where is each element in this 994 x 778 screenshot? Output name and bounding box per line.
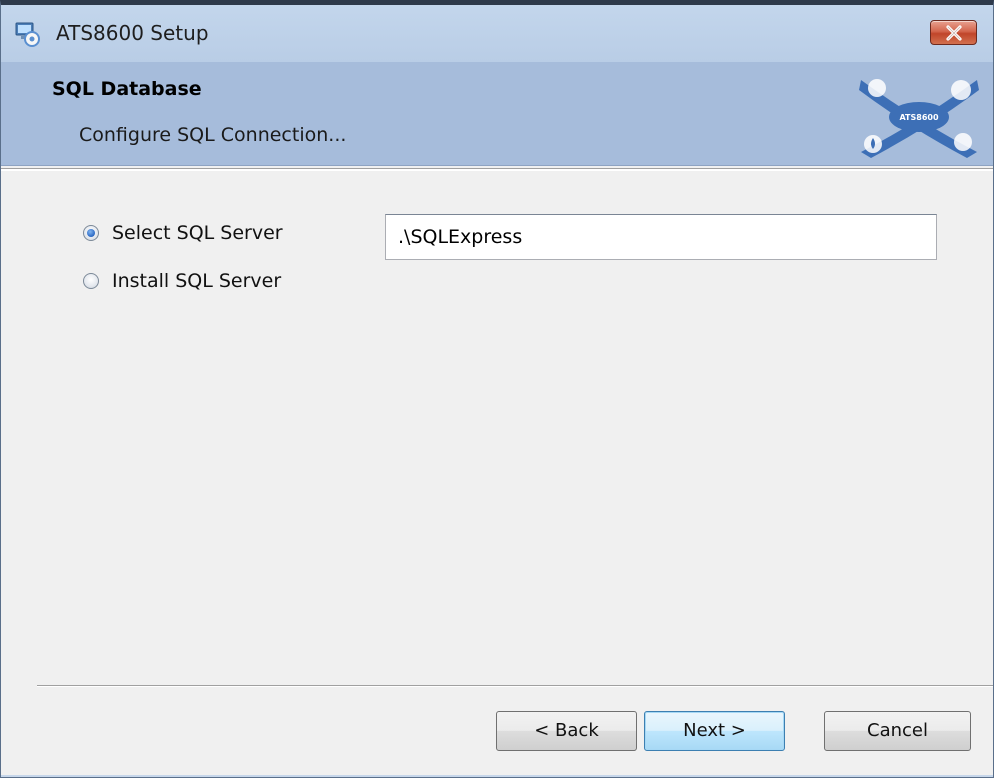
page-title: SQL Database (52, 78, 202, 100)
cancel-button[interactable]: Cancel (824, 711, 971, 751)
install-sql-server-radio[interactable] (83, 273, 99, 289)
install-sql-server-option[interactable]: Install SQL Server (83, 268, 281, 294)
setup-window: ATS8600 Setup SQL Database Configure SQL… (0, 0, 994, 778)
logo-text: ATS8600 (899, 113, 938, 122)
page-subtitle: Configure SQL Connection... (79, 124, 347, 146)
header-divider (1, 168, 993, 171)
install-sql-server-label[interactable]: Install SQL Server (112, 270, 281, 292)
ats8600-logo: ATS8600 (859, 79, 979, 158)
wizard-header: SQL Database Configure SQL Connection...… (1, 62, 993, 166)
back-button[interactable]: < Back (496, 711, 637, 751)
select-sql-server-label[interactable]: Select SQL Server (112, 222, 283, 244)
close-button[interactable] (930, 20, 977, 45)
window-title: ATS8600 Setup (56, 21, 209, 45)
sql-server-input[interactable] (385, 214, 937, 260)
select-sql-server-radio[interactable] (83, 225, 99, 241)
next-button[interactable]: Next > (644, 711, 785, 751)
setup-computer-icon (15, 21, 41, 47)
select-sql-server-option[interactable]: Select SQL Server (83, 220, 283, 246)
footer-divider (37, 685, 993, 687)
title-bar[interactable]: ATS8600 Setup (1, 5, 993, 63)
close-icon (946, 25, 962, 41)
